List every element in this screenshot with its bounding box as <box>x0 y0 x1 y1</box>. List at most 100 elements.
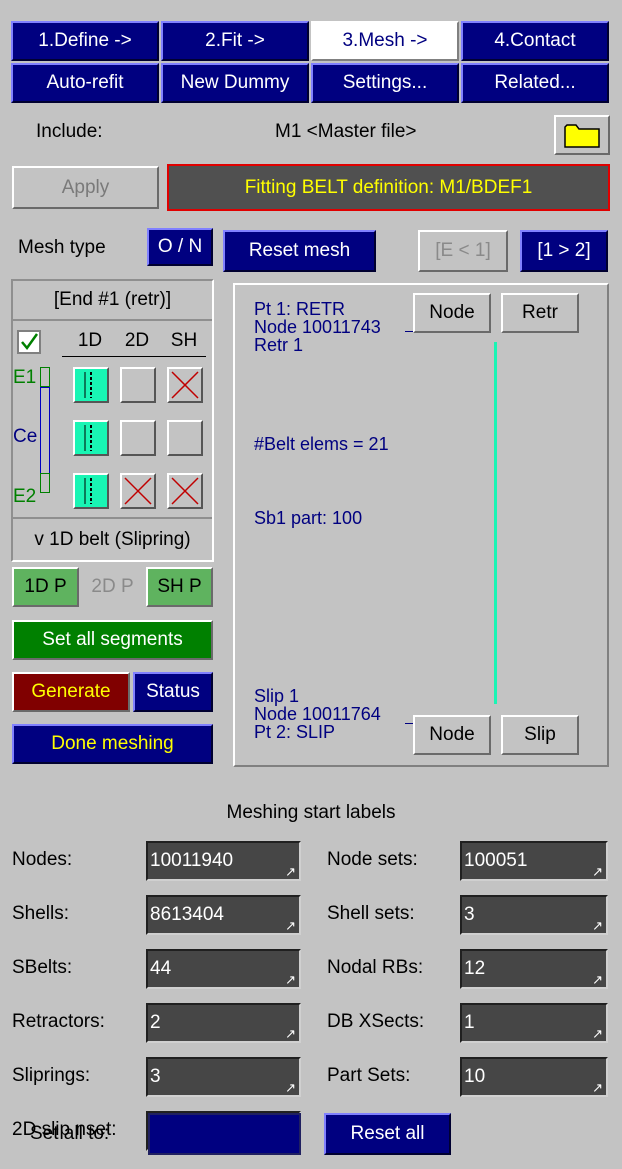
segment-cell-e1-sh[interactable] <box>167 367 203 403</box>
status-button[interactable]: Status <box>133 672 213 712</box>
check-icon <box>21 333 39 351</box>
panel-root: { "nav": { "tabs": [ {"label": "1.Define… <box>0 0 622 1169</box>
field-value: 10 <box>464 1066 486 1087</box>
edit-handle-icon: ↗ <box>592 918 603 933</box>
edit-handle-icon: ↗ <box>285 972 296 987</box>
edit-handle-icon: ↗ <box>592 864 603 879</box>
done-meshing-button[interactable]: Done meshing <box>12 724 213 764</box>
prop-2d-button[interactable]: 2D P <box>79 567 146 607</box>
header-underline <box>62 356 206 357</box>
reset-mesh-button[interactable]: Reset mesh <box>223 230 376 272</box>
segment-cell-ce-1d[interactable] <box>73 420 109 456</box>
field-value: 2 <box>150 1012 161 1033</box>
field-value: 44 <box>150 958 172 979</box>
node1-button[interactable]: Node <box>413 293 491 333</box>
field-value: 8613404 <box>150 904 224 925</box>
start-value-retractors[interactable]: 2 ↗ <box>146 1003 301 1043</box>
pt2-label: Pt 2: SLIP <box>254 722 336 742</box>
row-label-e1: E1 <box>13 367 37 388</box>
field-value: 1 <box>464 1012 475 1033</box>
start-value-nodal-rbs[interactable]: 12 ↗ <box>460 949 608 989</box>
settings-button[interactable]: Settings... <box>311 63 459 103</box>
segment-cell-e2-1d[interactable] <box>73 473 109 509</box>
generate-button[interactable]: Generate <box>12 672 130 712</box>
folder-icon <box>564 122 600 148</box>
start-value-sliprings[interactable]: 3 ↗ <box>146 1057 301 1097</box>
start-label-part-sets: Part Sets: <box>327 1065 411 1086</box>
start-label-db-xsects: DB XSects: <box>327 1011 425 1032</box>
segment-bracket <box>40 367 51 493</box>
start-value-nodes[interactable]: 10011940 ↗ <box>146 841 301 881</box>
start-label-node-sets: Node sets: <box>327 849 418 870</box>
segment-cell-e1-1d[interactable] <box>73 367 109 403</box>
belt-elems-label: #Belt elems = 21 <box>254 434 389 454</box>
prop-sh-button[interactable]: SH P <box>146 567 213 607</box>
apply-button[interactable]: Apply <box>12 166 159 209</box>
status-message: Fitting BELT definition: M1/BDEF1 <box>167 164 610 211</box>
tab-define[interactable]: 1.Define -> <box>11 21 159 61</box>
new-dummy-button[interactable]: New Dummy <box>161 63 309 103</box>
next-end-button[interactable]: [1 > 2] <box>520 230 608 272</box>
col-header-2d: 2D <box>124 330 150 351</box>
leader-line <box>405 723 413 724</box>
edit-handle-icon: ↗ <box>285 1026 296 1041</box>
enable-checkbox[interactable] <box>17 330 41 354</box>
start-label-retractors: Retractors: <box>12 1011 105 1032</box>
field-value: 100051 <box>464 850 528 871</box>
retr-label: Retr 1 <box>254 335 304 355</box>
start-label-shells: Shells: <box>12 903 70 924</box>
start-label-sliprings: Sliprings: <box>12 1065 91 1086</box>
segment-cell-e2-2d[interactable] <box>120 473 156 509</box>
tab-mesh[interactable]: 3.Mesh -> <box>311 21 459 61</box>
start-value-db-xsects[interactable]: 1 ↗ <box>460 1003 608 1043</box>
start-value-node-sets[interactable]: 100051 ↗ <box>460 841 608 881</box>
segment-cell-e2-sh[interactable] <box>167 473 203 509</box>
segment-cell-e1-2d[interactable] <box>120 367 156 403</box>
start-label-nodes: Nodes: <box>12 849 73 870</box>
segment-cell-ce-2d[interactable] <box>120 420 156 456</box>
edit-handle-icon: ↗ <box>285 918 296 933</box>
set-all-to-input[interactable] <box>148 1113 301 1155</box>
include-label: Include: <box>36 121 103 142</box>
edit-handle-icon: ↗ <box>592 972 603 987</box>
segment-cell-ce-sh[interactable] <box>167 420 203 456</box>
prev-end-button[interactable]: [E < 1] <box>418 230 508 272</box>
start-label-nodal-rbs: Nodal RBs: <box>327 957 424 978</box>
slip-button[interactable]: Slip <box>501 715 579 755</box>
start-value-part-sets[interactable]: 10 ↗ <box>460 1057 608 1097</box>
edit-handle-icon: ↗ <box>285 864 296 879</box>
edit-handle-icon: ↗ <box>592 1026 603 1041</box>
belt-type-dropdown[interactable]: v 1D belt (Slipring) <box>13 519 212 560</box>
prop-1d-button[interactable]: 1D P <box>12 567 79 607</box>
start-value-shell-sets[interactable]: 3 ↗ <box>460 895 608 935</box>
edit-handle-icon: ↗ <box>592 1080 603 1095</box>
leader-line <box>405 331 413 332</box>
start-labels-title: Meshing start labels <box>226 802 396 823</box>
col-header-sh: SH <box>170 330 198 351</box>
row-label-ce: Ce <box>13 426 38 447</box>
set-all-segments-button[interactable]: Set all segments <box>12 620 213 660</box>
tab-fit[interactable]: 2.Fit -> <box>161 21 309 61</box>
slip-label: Slip 1 <box>254 686 300 706</box>
set-all-to-label: Set all to: <box>30 1123 110 1144</box>
col-header-1d: 1D <box>77 330 103 351</box>
folder-button[interactable] <box>554 115 610 155</box>
start-value-shells[interactable]: 8613404 ↗ <box>146 895 301 935</box>
reset-all-button[interactable]: Reset all <box>324 1113 451 1155</box>
node1-label: Node 10011743 <box>254 317 381 337</box>
retr-button[interactable]: Retr <box>501 293 579 333</box>
edit-handle-icon: ↗ <box>285 1080 296 1095</box>
node2-button[interactable]: Node <box>413 715 491 755</box>
node2-label: Node 10011764 <box>254 704 381 724</box>
sb1-part-label: Sb1 part: 100 <box>254 508 363 528</box>
auto-refit-button[interactable]: Auto-refit <box>11 63 159 103</box>
field-value: 10011940 <box>150 850 234 871</box>
mesh-type-toggle[interactable]: O / N <box>147 228 213 266</box>
tab-contact[interactable]: 4.Contact <box>461 21 609 61</box>
include-file-value: M1 <Master file> <box>275 121 417 142</box>
field-value: 12 <box>464 958 486 979</box>
pt1-label: Pt 1: RETR <box>254 299 346 319</box>
start-label-shell-sets: Shell sets: <box>327 903 415 924</box>
start-value-sbelts[interactable]: 44 ↗ <box>146 949 301 989</box>
related-button[interactable]: Related... <box>461 63 609 103</box>
